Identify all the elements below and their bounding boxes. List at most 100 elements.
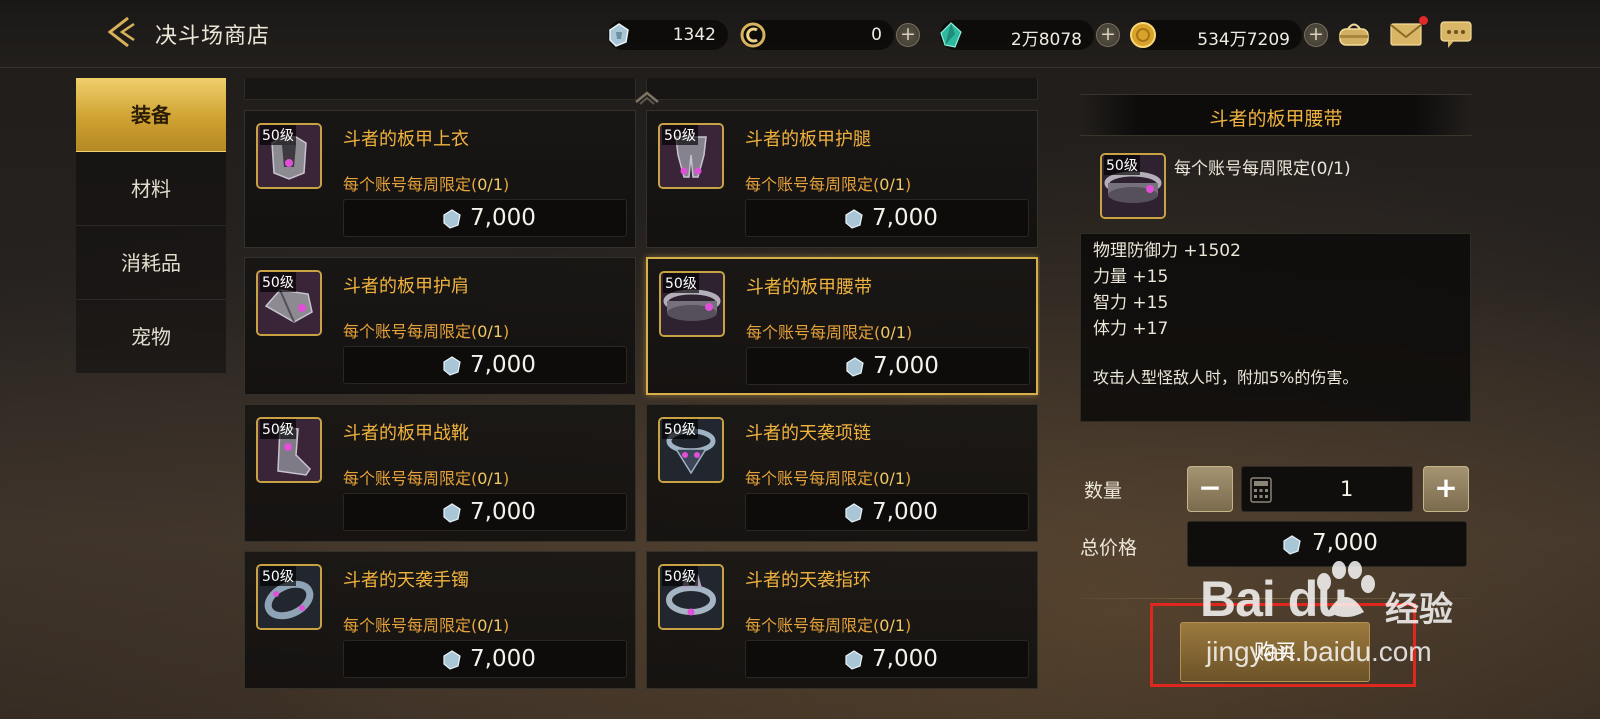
total-price-label: 总价格	[1080, 537, 1138, 559]
currency-green-gem: 2万8078 +	[940, 20, 1120, 50]
price-value: 7,000	[872, 646, 938, 672]
item-level-badge: 50级	[260, 125, 296, 145]
price-value: 7,000	[470, 499, 536, 525]
item-thumbnail: 50级	[256, 564, 322, 630]
arena-crystal-icon	[1283, 535, 1301, 555]
purchase-limit: 每个账号每周限定(0/1)	[745, 175, 912, 194]
top-bar: 决斗场商店 1342 0 + 2万8078 + 534万7209 +	[0, 0, 1600, 68]
arena-crystal-icon	[845, 503, 863, 523]
purchase-limit: 每个账号每周限定(0/1)	[343, 469, 510, 488]
total-price-value: 7,000	[1312, 530, 1378, 556]
detail-item-name: 斗者的板甲腰带	[1209, 108, 1343, 130]
item-name: 斗者的天袭手镯	[343, 570, 469, 591]
currency-gold-coin: 534万7209 +	[1130, 20, 1328, 50]
currency-value: 1342	[672, 25, 716, 45]
item-name: 斗者的板甲腰带	[746, 277, 872, 298]
watermark-url: jingyan.baidu.com	[1206, 636, 1432, 667]
tab-equipment[interactable]: 装备	[76, 78, 226, 152]
currency-coin-c: 0 +	[740, 20, 920, 50]
price-value: 7,000	[873, 353, 939, 379]
item-thumbnail: 50级	[659, 271, 725, 337]
tab-materials[interactable]: 材料	[76, 152, 226, 226]
item-stats-box: 物理防御力 +1502 力量 +15 智力 +15 体力 +17 攻击人型怪敌人…	[1080, 233, 1471, 422]
item-level-badge: 50级	[662, 125, 698, 145]
notification-dot	[1419, 16, 1428, 25]
item-level-badge: 50级	[260, 272, 296, 292]
price-value: 7,000	[872, 205, 938, 231]
arena-crystal-icon	[443, 356, 461, 376]
decrease-quantity-button[interactable]: −	[1187, 466, 1233, 512]
product-card[interactable]: 50级 斗者的天袭项链 每个账号每周限定(0/1) 7,000	[646, 404, 1038, 542]
previous-row-stub	[646, 78, 1038, 100]
item-level-badge: 50级	[1104, 155, 1140, 175]
price-value: 7,000	[470, 646, 536, 672]
item-level-badge: 50级	[260, 566, 296, 586]
arena-crystal-icon	[443, 503, 461, 523]
detail-title-bar: 斗者的板甲腰带	[1080, 94, 1472, 136]
increase-quantity-button[interactable]: +	[1423, 466, 1469, 512]
price-value: 7,000	[470, 352, 536, 378]
arena-crystal-icon	[609, 23, 629, 47]
bag-icon[interactable]	[1336, 17, 1372, 51]
quantity-value: 1	[1340, 477, 1354, 501]
product-grid[interactable]: 50级 斗者的板甲上衣 每个账号每周限定(0/1) 7,000 50级 斗者的板…	[244, 78, 1040, 690]
arena-crystal-icon	[443, 650, 461, 670]
stat-line: 力量 +15	[1093, 267, 1169, 287]
tab-consumables[interactable]: 消耗品	[76, 226, 226, 300]
purchase-limit: 每个账号每周限定(0/1)	[745, 616, 912, 635]
add-currency-button[interactable]: +	[1096, 23, 1120, 47]
item-name: 斗者的天袭项链	[745, 423, 871, 444]
calculator-icon[interactable]	[1250, 477, 1272, 503]
category-nav: 装备 材料 消耗品 宠物	[76, 78, 226, 374]
quantity-field[interactable]: 1	[1241, 466, 1413, 512]
purchase-limit: 每个账号每周限定(0/1)	[746, 323, 913, 342]
currency-value: 534万7209	[1197, 30, 1290, 50]
arena-crystal-icon	[443, 209, 461, 229]
item-thumbnail: 50级	[658, 417, 724, 483]
add-currency-button[interactable]: +	[1304, 23, 1328, 47]
stat-line: 体力 +17	[1093, 319, 1169, 339]
purchase-limit: 每个账号每周限定(0/1)	[745, 469, 912, 488]
item-name: 斗者的天袭指环	[745, 570, 871, 591]
chat-icon[interactable]	[1438, 17, 1474, 51]
purchase-limit: 每个账号每周限定(0/1)	[343, 322, 510, 341]
gold-coin-icon	[1130, 22, 1156, 48]
back-icon[interactable]	[100, 12, 140, 52]
product-card[interactable]: 50级 斗者的板甲上衣 每个账号每周限定(0/1) 7,000	[244, 110, 636, 248]
price-value: 7,000	[470, 205, 536, 231]
green-gem-icon	[940, 22, 962, 48]
price-box: 7,000	[343, 640, 627, 678]
item-level-badge: 50级	[260, 419, 296, 439]
item-level-badge: 50级	[663, 273, 699, 293]
product-card-selected[interactable]: 50级 斗者的板甲腰带 每个账号每周限定(0/1) 7,000	[646, 257, 1038, 395]
price-box: 7,000	[343, 346, 627, 384]
detail-purchase-limit: 每个账号每周限定(0/1)	[1174, 159, 1351, 179]
watermark-brand: Bai du	[1200, 571, 1348, 627]
tab-pets[interactable]: 宠物	[76, 300, 226, 374]
add-currency-button[interactable]: +	[896, 23, 920, 47]
product-card[interactable]: 50级 斗者的天袭指环 每个账号每周限定(0/1) 7,000	[646, 551, 1038, 689]
purchase-limit: 每个账号每周限定(0/1)	[343, 616, 510, 635]
price-value: 7,000	[872, 499, 938, 525]
currency-value: 0	[871, 25, 882, 45]
scroll-up-icon	[635, 91, 659, 105]
currency-arena-crystal: 1342	[608, 20, 728, 50]
coin-c-icon	[740, 22, 766, 48]
watermark-cn: 经验	[1385, 590, 1453, 630]
price-box: 7,000	[745, 199, 1029, 237]
product-card[interactable]: 50级 斗者的板甲战靴 每个账号每周限定(0/1) 7,000	[244, 404, 636, 542]
stat-effect-note: 攻击人型怪敌人时，附加5%的伤害。	[1093, 368, 1359, 387]
arena-crystal-icon	[845, 209, 863, 229]
product-card[interactable]: 50级 斗者的板甲护腿 每个账号每周限定(0/1) 7,000	[646, 110, 1038, 248]
product-card[interactable]: 50级 斗者的板甲护肩 每个账号每周限定(0/1) 7,000	[244, 257, 636, 395]
product-card[interactable]: 50级 斗者的天袭手镯 每个账号每周限定(0/1) 7,000	[244, 551, 636, 689]
item-name: 斗者的板甲护腿	[745, 129, 871, 150]
arena-crystal-icon	[846, 357, 864, 377]
item-thumbnail: 50级	[658, 123, 724, 189]
item-level-badge: 50级	[662, 419, 698, 439]
previous-row-stub	[244, 78, 636, 100]
stat-line: 智力 +15	[1093, 293, 1169, 313]
page-title: 决斗场商店	[155, 24, 271, 49]
baidu-watermark: Bai du 经验 jingyan.baidu.com	[1200, 560, 1500, 680]
item-name: 斗者的板甲战靴	[343, 423, 469, 444]
